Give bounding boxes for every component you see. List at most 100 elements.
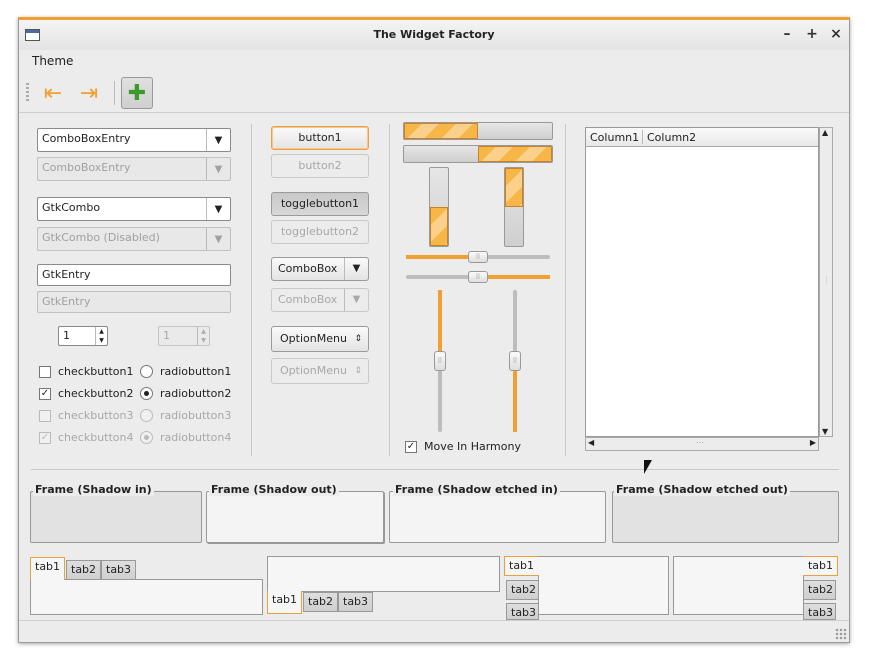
scroll-down-icon[interactable]: ▼ (822, 427, 828, 436)
notebook-left-tab1[interactable]: tab1 (504, 556, 539, 576)
slider-v1-trough[interactable]: ⠿ (434, 290, 446, 432)
frame-shadow-out-label: Frame (Shadow out) (209, 483, 339, 496)
scroll-up-icon[interactable]: ▲ (822, 128, 828, 137)
spinbutton[interactable]: 1 ▲ ▼ (58, 326, 108, 346)
chevron-down-icon: ▼ (206, 158, 230, 180)
gtkcombo-value: GtkCombo (42, 201, 101, 214)
scroll-grip-icon[interactable]: ⋮ (823, 276, 830, 284)
checkbutton1-label[interactable]: checkbutton1 (58, 365, 134, 378)
radiobutton3-circle (140, 409, 153, 422)
optionmenu[interactable]: OptionMenu ⇕ (271, 326, 369, 352)
window-title: The Widget Factory (373, 28, 495, 41)
chevron-down-icon: ▼ (206, 228, 230, 250)
notebook-bottom (267, 556, 500, 592)
radiobutton2-label[interactable]: radiobutton2 (160, 387, 231, 400)
notebook-bottom-tab2[interactable]: tab2 (303, 592, 339, 612)
notebook-top-tab2[interactable]: tab2 (66, 560, 102, 580)
checkbutton2-label[interactable]: checkbutton2 (58, 387, 134, 400)
frame-shadow-out (206, 491, 384, 543)
column-separator (565, 124, 566, 456)
progressbar-v2-fill (505, 168, 523, 207)
spinbutton-disabled-value: 1 (163, 329, 170, 342)
slider-v2-trough[interactable]: ⠿ (509, 290, 521, 432)
slider-h1-trough[interactable]: ⠿ (406, 251, 550, 263)
spin-arrows-icon[interactable]: ▲ ▼ (95, 327, 107, 345)
go-last-icon[interactable]: ⇥ (73, 77, 105, 109)
optionmenu-value: OptionMenu (280, 332, 347, 345)
button2: button2 (271, 154, 369, 178)
checkbutton1-box[interactable] (39, 366, 51, 378)
notebook-top-tab3[interactable]: tab3 (101, 560, 137, 580)
title-bar[interactable]: The Widget Factory – + × (19, 20, 849, 50)
column1-header[interactable]: Column1 (590, 131, 639, 144)
slider-v1-handle[interactable]: ⠿ (434, 351, 446, 371)
notebook-top-tab1[interactable]: tab1 (30, 557, 66, 580)
radiobutton2-circle[interactable] (140, 387, 153, 400)
horizontal-scrollbar[interactable]: ◀ ⋯ ▶ (585, 437, 819, 451)
checkbutton4-box: ✓ (39, 432, 51, 444)
progressbar-h2-fill (478, 146, 552, 162)
togglebutton1[interactable]: togglebutton1 (271, 192, 369, 216)
chevron-down-icon[interactable]: ▼ (344, 258, 368, 280)
close-button[interactable]: × (828, 26, 844, 42)
togglebutton2: togglebutton2 (271, 220, 369, 244)
gtkentry-disabled: GtkEntry (37, 291, 231, 313)
slider-h2-handle[interactable]: ⠿ (468, 271, 488, 283)
vertical-scrollbar[interactable]: ▲ ⋮ ▼ (819, 127, 833, 437)
optionmenu-disabled: OptionMenu ⇕ (271, 358, 369, 384)
radiobutton4-label: radiobutton4 (160, 431, 232, 444)
comboboxentry-value: ComboBoxEntry (42, 132, 131, 145)
column2-header[interactable]: Column2 (647, 131, 696, 144)
comboboxentry-disabled: ComboBoxEntry ▼ (37, 157, 231, 181)
notebook-left-tab3[interactable]: tab3 (506, 603, 539, 620)
progressbar-h1 (403, 122, 553, 140)
checkbutton3-box (39, 410, 51, 422)
gtkentry[interactable]: GtkEntry (37, 264, 231, 286)
updown-chevron-icon: ⇕ (354, 334, 362, 344)
combobox-value: ComboBox (278, 262, 338, 275)
optionmenu-disabled-value: OptionMenu (280, 364, 347, 377)
comboboxentry[interactable]: ComboBoxEntry ▼ (37, 128, 231, 152)
notebook-right-tab1[interactable]: tab1 (803, 556, 838, 576)
menu-theme[interactable]: Theme (32, 54, 73, 68)
notebook-bottom-tab1[interactable]: tab1 (267, 591, 303, 614)
toolbar-grip-icon[interactable] (26, 83, 29, 103)
tree-header: Column1 Column2 (586, 128, 818, 147)
radiobutton4-circle (140, 431, 153, 444)
radiobutton1-label[interactable]: radiobutton1 (160, 365, 231, 378)
radiobutton1-circle[interactable] (140, 365, 153, 378)
gtkcombo[interactable]: GtkCombo ▼ (37, 197, 231, 221)
gtkcombo-disabled: GtkCombo (Disabled) ▼ (37, 227, 231, 251)
go-first-icon[interactable]: ⇤ (37, 77, 69, 109)
resize-grip-icon[interactable] (835, 628, 847, 640)
slider-h1-handle[interactable]: ⠿ (468, 251, 488, 263)
minimize-button[interactable]: – (779, 26, 795, 42)
chevron-down-icon[interactable]: ▼ (206, 198, 230, 220)
comboboxentry-disabled-value: ComboBoxEntry (42, 161, 131, 174)
notebook-top (30, 579, 263, 615)
button1[interactable]: button1 (271, 126, 369, 150)
notebook-right-tab2[interactable]: tab2 (803, 580, 836, 600)
maximize-button[interactable]: + (804, 26, 820, 42)
move-in-harmony-label[interactable]: Move In Harmony (424, 440, 521, 453)
chevron-down-icon[interactable]: ▼ (206, 129, 230, 151)
frame-shadow-etched-out (612, 491, 839, 543)
tree-view[interactable]: Column1 Column2 (585, 127, 819, 437)
move-in-harmony-checkbox[interactable]: ✓ (405, 441, 417, 453)
progressbar-h2 (403, 145, 553, 163)
add-icon[interactable]: ✚ (121, 77, 153, 109)
scroll-right-icon[interactable]: ▶ (810, 438, 816, 447)
updown-chevron-icon: ⇕ (354, 366, 362, 376)
notebook-left-tab2[interactable]: tab2 (506, 580, 539, 600)
notebook-right-tab3[interactable]: tab3 (803, 603, 836, 620)
scroll-left-icon[interactable]: ◀ (588, 438, 594, 447)
spin-arrows-icon: ▲ ▼ (197, 327, 209, 345)
frame-shadow-etched-out-label: Frame (Shadow etched out) (614, 483, 790, 496)
scroll-grip-icon[interactable]: ⋯ (696, 438, 704, 447)
slider-v2-handle[interactable]: ⠿ (509, 351, 521, 371)
checkbutton2-box[interactable]: ✓ (39, 388, 51, 400)
combobox[interactable]: ComboBox ▼ (271, 257, 369, 281)
notebook-bottom-tab3[interactable]: tab3 (338, 592, 374, 612)
column-separator (251, 124, 252, 456)
slider-h2-trough[interactable]: ⠿ (406, 271, 550, 283)
